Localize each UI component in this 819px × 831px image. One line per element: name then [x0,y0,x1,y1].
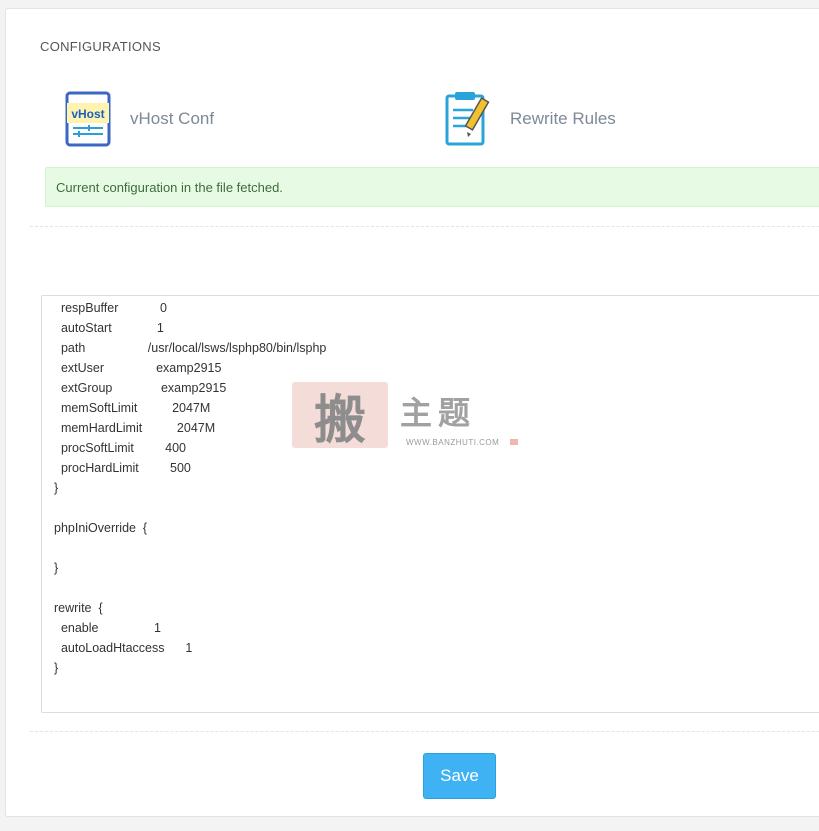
vhost-conf-label: vHost Conf [130,109,215,128]
configurations-panel: CONFIGURATIONS vHost vHost Conf Rewrite … [5,8,819,817]
vhost-icon-text: vHost [71,107,104,121]
rewrite-rules-card[interactable]: Rewrite Rules [442,87,616,151]
success-alert: Current configuration in the file fetche… [45,167,819,207]
divider [30,226,819,227]
document-edit-icon [442,87,494,151]
vhost-file-icon: vHost [62,87,114,151]
rewrite-rules-label: Rewrite Rules [510,109,616,128]
vhost-conf-card[interactable]: vHost vHost Conf [62,87,214,151]
save-button[interactable]: Save [423,753,496,799]
section-title: CONFIGURATIONS [40,39,161,54]
config-editor-content[interactable]: pcKeepAliveTimeout 1 respBuffer 0 autoSt… [54,296,326,678]
divider [30,731,819,732]
config-editor[interactable]: pcKeepAliveTimeout 1 respBuffer 0 autoSt… [41,295,819,713]
